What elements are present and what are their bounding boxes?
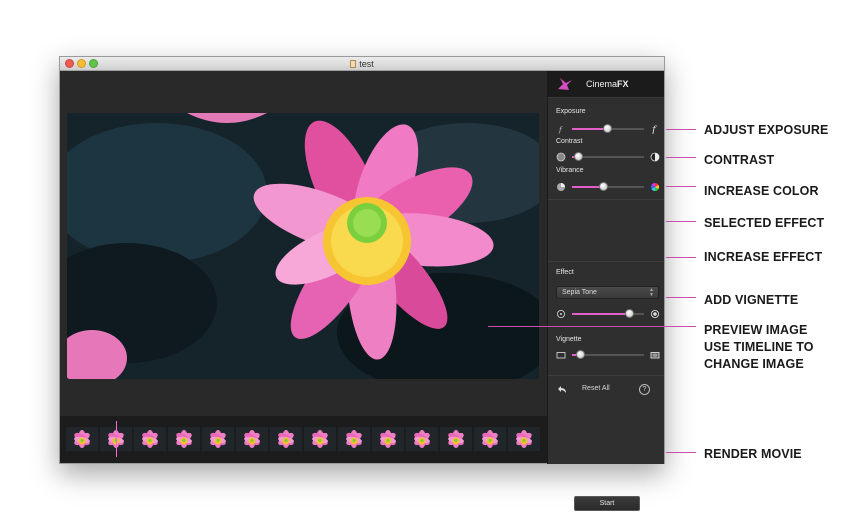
help-icon[interactable]: ?	[639, 384, 650, 395]
frame-thumbnail-icon	[140, 430, 160, 448]
frame-thumbnail-icon	[480, 430, 500, 448]
svg-text:f: f	[651, 125, 658, 134]
effect-slider[interactable]	[556, 308, 660, 320]
callout-change-image: CHANGE IMAGE	[704, 357, 804, 371]
timeline-frame[interactable]	[168, 427, 200, 451]
frame-thumbnail-icon	[344, 430, 364, 448]
callout-preview-image: PREVIEW IMAGE	[704, 323, 808, 337]
contrast-low-icon	[556, 152, 566, 162]
callout-line	[666, 297, 696, 298]
reset-all-button[interactable]: Reset All	[582, 385, 610, 392]
exposure-label: Exposure	[556, 108, 586, 115]
timeline-frame[interactable]	[338, 427, 370, 451]
window-title-text: test	[359, 59, 374, 69]
vibrance-slider-knob[interactable]	[599, 182, 609, 191]
start-button[interactable]: Start	[574, 496, 640, 511]
frame-thumbnail-icon	[72, 430, 92, 448]
contrast-high-icon	[650, 152, 660, 162]
vignette-full-icon	[650, 352, 660, 359]
f-small-icon: f	[558, 126, 563, 134]
exposure-slider[interactable]: f f	[556, 123, 660, 135]
timeline-frame[interactable]	[406, 427, 438, 451]
callout-increase-effect: INCREASE EFFECT	[704, 250, 823, 264]
effect-label: Effect	[556, 269, 574, 276]
callout-line	[666, 257, 696, 258]
timeline-frame[interactable]	[372, 427, 404, 451]
frame-thumbnail-icon	[276, 430, 296, 448]
chevron-up-down-icon: ▲ ▼	[649, 287, 654, 298]
f-large-icon: f	[651, 125, 658, 134]
vignette-label: Vignette	[556, 336, 582, 343]
timeline-frame[interactable]	[508, 427, 540, 451]
effect-low-icon	[556, 309, 566, 319]
vibrance-slider[interactable]	[556, 181, 660, 193]
vibrance-label: Vibrance	[556, 167, 584, 174]
document-icon	[350, 60, 357, 68]
frame-thumbnail-icon	[174, 430, 194, 448]
callout-line	[666, 452, 696, 453]
frame-thumbnail-icon	[310, 430, 330, 448]
vibrance-color-wheel-icon	[650, 182, 660, 192]
lotus-photo	[67, 113, 539, 379]
timeline-playhead[interactable]	[116, 421, 117, 457]
callout-contrast: CONTRAST	[704, 153, 775, 167]
timeline-frame[interactable]	[474, 427, 506, 451]
callout-increase-color: INCREASE COLOR	[704, 184, 819, 198]
callout-line	[488, 326, 696, 327]
timeline-frame[interactable]	[270, 427, 302, 451]
timeline-frame[interactable]	[304, 427, 336, 451]
frame-thumbnail-icon	[514, 430, 534, 448]
timeline-frame[interactable]	[236, 427, 268, 451]
timeline-frame[interactable]	[66, 427, 98, 451]
callout-line	[666, 129, 696, 130]
callout-adjust-exposure: ADJUST EXPOSURE	[704, 123, 829, 137]
preview-image[interactable]	[67, 113, 539, 379]
timeline-frame[interactable]	[440, 427, 472, 451]
brand-name: CinemaFX	[586, 79, 629, 89]
frame-thumbnail-icon	[208, 430, 228, 448]
callout-use-timeline: USE TIMELINE TO	[704, 340, 814, 354]
timeline-frame[interactable]	[202, 427, 234, 451]
vignette-slider[interactable]	[556, 349, 660, 361]
window-title: test	[60, 58, 664, 70]
effect-select-value: Sepia Tone	[562, 289, 597, 296]
contrast-slider-knob[interactable]	[574, 152, 584, 161]
callout-line	[666, 186, 696, 187]
contrast-slider[interactable]	[556, 151, 660, 163]
callout-render-movie: RENDER MOVIE	[704, 447, 802, 461]
undo-arrow-icon[interactable]	[557, 384, 567, 394]
reset-row: Reset All ?	[548, 383, 664, 397]
cinemafx-panel: CinemaFX Exposure f f Contrast Vibrance	[547, 71, 664, 511]
vignette-slider-knob[interactable]	[575, 350, 585, 359]
frame-thumbnail-icon	[412, 430, 432, 448]
vibrance-low-icon	[557, 183, 565, 191]
cinemafx-logo-icon	[558, 78, 572, 90]
brand-header: CinemaFX	[548, 71, 664, 98]
effect-select[interactable]: Sepia Tone ▲ ▼	[556, 286, 659, 299]
callout-line	[666, 221, 696, 222]
svg-text:f: f	[558, 126, 563, 134]
panel-divider	[548, 199, 664, 200]
contrast-label: Contrast	[556, 138, 583, 145]
frame-thumbnail-icon	[446, 430, 466, 448]
callout-line	[666, 157, 696, 158]
frame-thumbnail-icon	[378, 430, 398, 448]
callout-add-vignette: ADD VIGNETTE	[704, 293, 799, 307]
timeline-frame[interactable]	[134, 427, 166, 451]
timeline[interactable]	[60, 416, 547, 463]
app-window: test CinemaFX Exposure f f Contrast Vibr…	[59, 56, 665, 511]
panel-divider	[548, 375, 664, 376]
panel-divider	[548, 261, 664, 262]
effect-high-icon	[650, 309, 660, 319]
exposure-slider-knob[interactable]	[603, 124, 612, 133]
vignette-none-icon	[556, 352, 566, 359]
callout-selected-effect: SELECTED EFFECT	[704, 216, 825, 230]
title-bar: test	[60, 57, 664, 71]
frame-thumbnail-icon	[242, 430, 262, 448]
effect-slider-knob[interactable]	[624, 309, 634, 318]
canvas-area	[60, 71, 547, 416]
